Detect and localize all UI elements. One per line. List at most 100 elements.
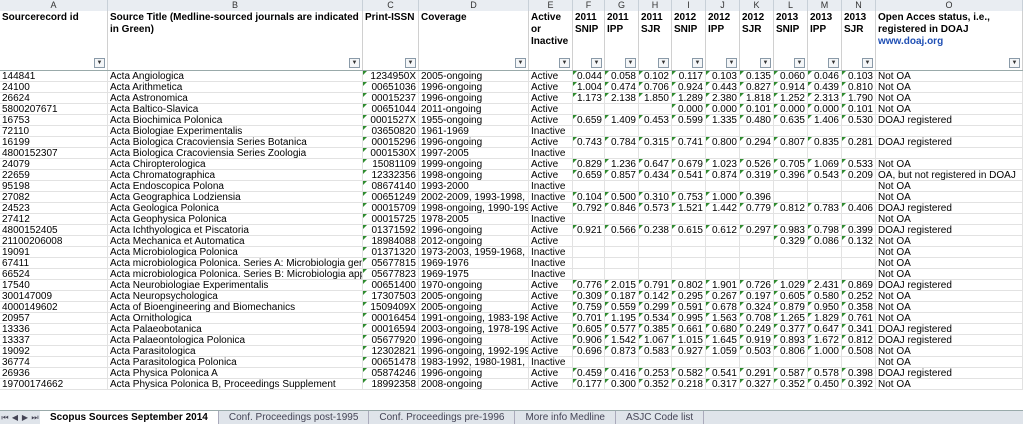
table-cell[interactable]: 2.313 — [808, 93, 842, 104]
table-cell[interactable] — [639, 269, 672, 280]
table-cell[interactable]: Not OA — [876, 93, 1023, 104]
table-cell[interactable]: 1509409X — [363, 302, 419, 313]
table-cell[interactable]: Acta Biochimica Polonica — [108, 115, 363, 126]
table-cell[interactable]: 0.218 — [672, 379, 706, 390]
sheet-tab[interactable]: Conf. Proceedings post-1995 — [219, 411, 370, 424]
table-cell[interactable]: Active — [529, 324, 573, 335]
table-cell[interactable] — [639, 214, 672, 225]
prev-sheet-icon[interactable]: ◀ — [10, 413, 20, 422]
table-cell[interactable] — [808, 357, 842, 368]
table-cell[interactable]: 2005-ongoing — [419, 302, 529, 313]
table-cell[interactable] — [672, 236, 706, 247]
table-cell[interactable]: 144841 — [0, 71, 108, 82]
table-cell[interactable]: Acta microbiologica Polonica. Series A: … — [108, 258, 363, 269]
table-cell[interactable]: Active — [529, 236, 573, 247]
table-cell[interactable]: 0.812 — [774, 203, 808, 214]
first-sheet-icon[interactable]: ⏮ — [0, 413, 10, 423]
table-cell[interactable] — [774, 214, 808, 225]
table-cell[interactable] — [774, 126, 808, 137]
table-cell[interactable] — [672, 247, 706, 258]
table-cell[interactable]: Not OA — [876, 71, 1023, 82]
table-cell[interactable]: Not OA — [876, 346, 1023, 357]
table-cell[interactable]: 0.533 — [842, 159, 876, 170]
table-cell[interactable] — [672, 258, 706, 269]
table-cell[interactable]: Acta microbiologica Polonica. Series B: … — [108, 269, 363, 280]
table-cell[interactable]: 0.924 — [672, 82, 706, 93]
table-cell[interactable] — [573, 104, 605, 115]
table-cell[interactable]: 1.335 — [706, 115, 740, 126]
table-cell[interactable] — [740, 357, 774, 368]
table-cell[interactable]: 1.236 — [605, 159, 639, 170]
table-cell[interactable]: Not OA — [876, 192, 1023, 203]
table-cell[interactable] — [774, 247, 808, 258]
table-cell[interactable]: Acta Parasitologica — [108, 346, 363, 357]
table-cell[interactable]: 0.583 — [639, 346, 672, 357]
table-cell[interactable]: 1996-ongoing, 1992-1994 — [419, 346, 529, 357]
table-cell[interactable]: Active — [529, 280, 573, 291]
table-cell[interactable]: Acta Endoscopica Polona — [108, 181, 363, 192]
table-cell[interactable]: Not OA — [876, 302, 1023, 313]
table-cell[interactable]: Inactive — [529, 269, 573, 280]
filter-dropdown-icon[interactable]: ▼ — [760, 58, 771, 68]
filter-dropdown-icon[interactable]: ▼ — [94, 58, 105, 68]
table-cell[interactable]: 1.069 — [808, 159, 842, 170]
table-cell[interactable]: 0.315 — [639, 137, 672, 148]
table-cell[interactable] — [808, 269, 842, 280]
table-cell[interactable] — [605, 247, 639, 258]
table-cell[interactable]: 0.000 — [672, 104, 706, 115]
table-cell[interactable]: 1.521 — [672, 203, 706, 214]
table-cell[interactable]: Active — [529, 82, 573, 93]
table-cell[interactable] — [740, 258, 774, 269]
table-cell[interactable]: Acta Microbiologica Polonica — [108, 247, 363, 258]
table-cell[interactable]: 0.187 — [605, 291, 639, 302]
table-cell[interactable]: 0.761 — [842, 313, 876, 324]
table-cell[interactable] — [774, 269, 808, 280]
table-cell[interactable]: 0.753 — [672, 192, 706, 203]
table-cell[interactable]: 0.327 — [740, 379, 774, 390]
table-cell[interactable]: 2002-2009, 1993-1998, 1 — [419, 192, 529, 203]
doaj-link[interactable]: www.doaj.org — [878, 36, 1020, 48]
filter-dropdown-icon[interactable]: ▼ — [658, 58, 669, 68]
table-cell[interactable]: Acta Biologica Cracoviensia Series Zoolo… — [108, 148, 363, 159]
column-letter-g[interactable]: G — [605, 0, 639, 11]
table-cell[interactable] — [605, 357, 639, 368]
table-cell[interactable]: Not OA — [876, 236, 1023, 247]
table-cell[interactable] — [774, 357, 808, 368]
table-cell[interactable] — [639, 181, 672, 192]
table-cell[interactable]: 00016454 — [363, 313, 419, 324]
table-cell[interactable] — [605, 104, 639, 115]
table-cell[interactable] — [605, 258, 639, 269]
table-cell[interactable]: Not OA — [876, 291, 1023, 302]
table-cell[interactable] — [639, 148, 672, 159]
table-cell[interactable]: 0.873 — [605, 346, 639, 357]
table-cell[interactable]: 0.582 — [672, 368, 706, 379]
table-cell[interactable]: 0.450 — [808, 379, 842, 390]
table-cell[interactable]: 05874246 — [363, 368, 419, 379]
table-cell[interactable]: 1955-ongoing — [419, 115, 529, 126]
table-cell[interactable]: 24079 — [0, 159, 108, 170]
table-cell[interactable]: Acta Chromatographica — [108, 170, 363, 181]
table-cell[interactable]: 27082 — [0, 192, 108, 203]
table-cell[interactable]: Active — [529, 335, 573, 346]
table-cell[interactable]: 0.434 — [639, 170, 672, 181]
table-cell[interactable]: 0.846 — [605, 203, 639, 214]
filter-dropdown-icon[interactable]: ▼ — [1009, 58, 1020, 68]
filter-dropdown-icon[interactable]: ▼ — [726, 58, 737, 68]
table-cell[interactable]: Not OA — [876, 258, 1023, 269]
table-cell[interactable]: 0.324 — [740, 302, 774, 313]
filter-dropdown-icon[interactable]: ▼ — [692, 58, 703, 68]
table-cell[interactable]: 1.818 — [740, 93, 774, 104]
table-cell[interactable]: 0.591 — [672, 302, 706, 313]
filter-dropdown-icon[interactable]: ▼ — [794, 58, 805, 68]
table-cell[interactable]: 00015709 — [363, 203, 419, 214]
table-cell[interactable] — [774, 181, 808, 192]
table-cell[interactable]: 0.661 — [672, 324, 706, 335]
table-cell[interactable]: 2.015 — [605, 280, 639, 291]
table-cell[interactable]: 1.829 — [808, 313, 842, 324]
table-cell[interactable]: 0.416 — [605, 368, 639, 379]
table-cell[interactable]: 0.135 — [740, 71, 774, 82]
table-cell[interactable]: 05677920 — [363, 335, 419, 346]
table-cell[interactable]: Acta Biologiae Experimentalis — [108, 126, 363, 137]
table-cell[interactable] — [672, 148, 706, 159]
table-cell[interactable] — [740, 126, 774, 137]
